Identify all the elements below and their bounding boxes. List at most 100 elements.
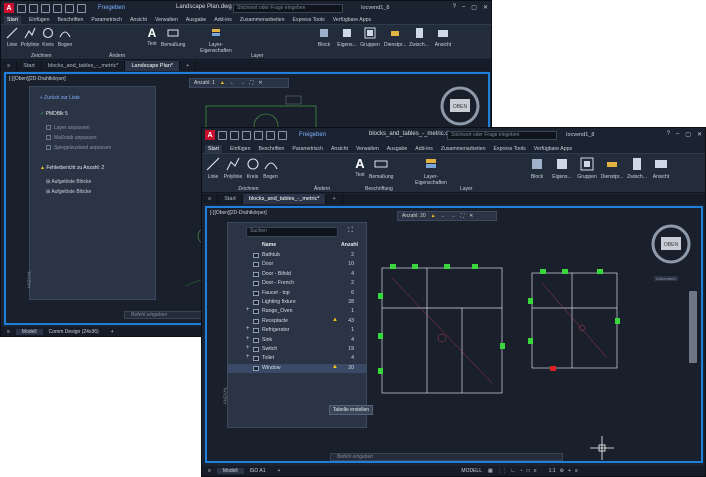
section-header[interactable]: ✓ PMDBlk 5	[40, 111, 68, 117]
expand-icon[interactable]: +	[246, 326, 250, 332]
group-modify[interactable]: Ändern	[314, 186, 330, 192]
tab-addins[interactable]: Add-ins	[214, 17, 232, 23]
tab-apps[interactable]: Verfügbare Apps	[333, 17, 371, 23]
dimension-tool[interactable]: Bemaßung	[369, 157, 393, 180]
viewport-label[interactable]: [-][Oben][2D-Drahtkörper]	[210, 210, 267, 216]
tab-start[interactable]: Start	[205, 144, 222, 153]
tab-output[interactable]: Ausgabe	[387, 146, 407, 152]
expand-icon[interactable]: +	[246, 307, 250, 313]
option-layer[interactable]: Layer anpassen	[46, 125, 90, 131]
properties-tool[interactable]: Eigens...	[551, 157, 573, 180]
close-icon[interactable]: ✕	[697, 131, 702, 138]
list-item[interactable]: Lighting fixture 28	[228, 298, 366, 307]
utilities-tool[interactable]: Dienstpr...	[384, 27, 407, 48]
maximize-icon[interactable]: ▢	[685, 131, 691, 138]
expand-icon[interactable]: +	[246, 354, 250, 360]
ortho-icon[interactable]: ∟	[511, 468, 516, 474]
share-button[interactable]: Freigeben	[98, 5, 125, 11]
view-tool[interactable]: Ansicht	[650, 157, 672, 180]
tab-collaborate[interactable]: Zusammenarbeiten	[240, 17, 285, 23]
layout-tab-model[interactable]: Modell	[216, 468, 244, 474]
column-name-header[interactable]: Name	[262, 242, 276, 248]
clipboard-tool[interactable]: Zwisch...	[408, 27, 430, 48]
snap-icon[interactable]: ⋮⋮	[497, 468, 507, 474]
tab-apps[interactable]: Verfügbare Apps	[534, 146, 572, 152]
block-tool[interactable]: Block	[315, 27, 333, 48]
next-icon[interactable]: →	[451, 213, 456, 219]
groups-tool[interactable]: Gruppen	[575, 157, 599, 180]
next-icon[interactable]: →	[240, 80, 245, 86]
back-to-list-link[interactable]: « Zurück zur Liste	[40, 95, 80, 101]
tab-express-tools[interactable]: Express Tools	[494, 146, 526, 152]
tab-collaborate[interactable]: Zusammenarbeiten	[441, 146, 486, 152]
layout-tab-comm[interactable]: Comm Design (24x36)	[43, 329, 105, 335]
layout-tab-model[interactable]: Modell	[15, 329, 43, 335]
block-tool[interactable]: Block	[528, 157, 546, 180]
minimize-icon[interactable]: –	[462, 4, 465, 11]
tab-parametric[interactable]: Parametrisch	[91, 17, 122, 23]
undo-icon[interactable]	[41, 3, 50, 13]
osnap-icon[interactable]: □	[527, 468, 530, 474]
close-icon[interactable]: ✕	[258, 80, 262, 86]
open-icon[interactable]	[17, 3, 26, 13]
error-report-header[interactable]: ▲ Fehlerbericht zu Anzahl: 2	[40, 165, 104, 171]
count-search-input[interactable]: Suchen	[246, 227, 338, 237]
close-icon[interactable]: ✕	[469, 213, 473, 219]
tab-parametric[interactable]: Parametrisch	[292, 146, 323, 152]
add-layout-icon[interactable]: +	[105, 329, 120, 335]
polyline-tool[interactable]: Polylinie	[222, 157, 244, 180]
list-item[interactable]: Door - French 2	[228, 279, 366, 288]
search-input[interactable]: Stichwort oder Frage eingeben	[233, 4, 343, 13]
list-item[interactable]: + Range_Oven 1	[228, 307, 366, 316]
model-space-button[interactable]: MODELL	[461, 468, 482, 474]
warning-icon[interactable]: ▲	[332, 317, 338, 323]
list-item[interactable]: Window ▲ 20	[228, 363, 366, 373]
tab-manage[interactable]: Verwalten	[356, 146, 379, 152]
expand-icon[interactable]: +	[246, 336, 250, 342]
tab-addins[interactable]: Add-ins	[415, 146, 433, 152]
tab-output[interactable]: Ausgabe	[186, 17, 206, 23]
file-tab-start[interactable]: Start	[17, 61, 42, 71]
plus-icon[interactable]: +	[568, 468, 571, 474]
clipboard-tool[interactable]: Zwisch...	[625, 157, 649, 180]
tab-annotate[interactable]: Beschriften	[258, 146, 284, 152]
file-tab-landscape[interactable]: Landscape Plan*	[125, 61, 181, 71]
prev-icon[interactable]: ←	[441, 213, 446, 219]
command-input[interactable]: Befehl eingeben	[330, 453, 563, 461]
polyline-tool[interactable]: Polylinie	[20, 27, 40, 48]
settings-icon[interactable]: ⚙	[560, 468, 564, 474]
option-mirror[interactable]: Spiegelzustand anpassen	[46, 145, 111, 151]
warning-icon[interactable]: ▲	[431, 213, 436, 219]
exploded-blocks-link[interactable]: ⊞ Aufgelöste Blöcke	[46, 189, 91, 195]
save-icon[interactable]	[230, 130, 239, 140]
group-draw[interactable]: Zeichnen	[31, 53, 52, 59]
user-name[interactable]: Iocvend1_8	[566, 132, 594, 138]
layer-properties-tool[interactable]: Layer-Eigenschaften	[199, 27, 233, 54]
group-modify[interactable]: Ändern	[109, 53, 125, 59]
expand-icon[interactable]: +	[246, 345, 250, 351]
tab-view[interactable]: Ansicht	[331, 146, 348, 152]
groups-tool[interactable]: Gruppen	[359, 27, 381, 48]
redo-icon[interactable]	[53, 3, 62, 13]
group-draw[interactable]: Zeichnen	[238, 186, 259, 192]
autocad-logo[interactable]: A	[205, 130, 215, 140]
viewcube[interactable]: OBEN	[436, 82, 484, 130]
warning-icon[interactable]: ▲	[220, 80, 225, 86]
new-tab-icon[interactable]: +	[180, 61, 197, 71]
circle-tool[interactable]: Kreis	[245, 157, 260, 180]
create-table-button[interactable]: Tabelle erstellen	[329, 405, 373, 415]
line-tool[interactable]: Linie	[4, 27, 20, 48]
tab-start[interactable]: Start	[4, 15, 21, 24]
share-button[interactable]: Freigeben	[299, 132, 326, 138]
prev-icon[interactable]: ←	[230, 80, 235, 86]
save-icon[interactable]	[29, 3, 38, 13]
save-as-icon[interactable]	[278, 130, 287, 140]
viewcube[interactable]: OBEN	[647, 220, 695, 268]
circle-tool[interactable]: Kreis	[41, 27, 55, 48]
tab-annotate[interactable]: Beschriften	[57, 17, 83, 23]
group-layer[interactable]: Layer	[460, 186, 473, 192]
text-tool[interactable]: A Text	[145, 26, 159, 47]
tab-insert[interactable]: Einfügen	[230, 146, 250, 152]
minimize-icon[interactable]: –	[676, 131, 679, 138]
layout-menu-icon[interactable]: ≡	[202, 468, 217, 474]
